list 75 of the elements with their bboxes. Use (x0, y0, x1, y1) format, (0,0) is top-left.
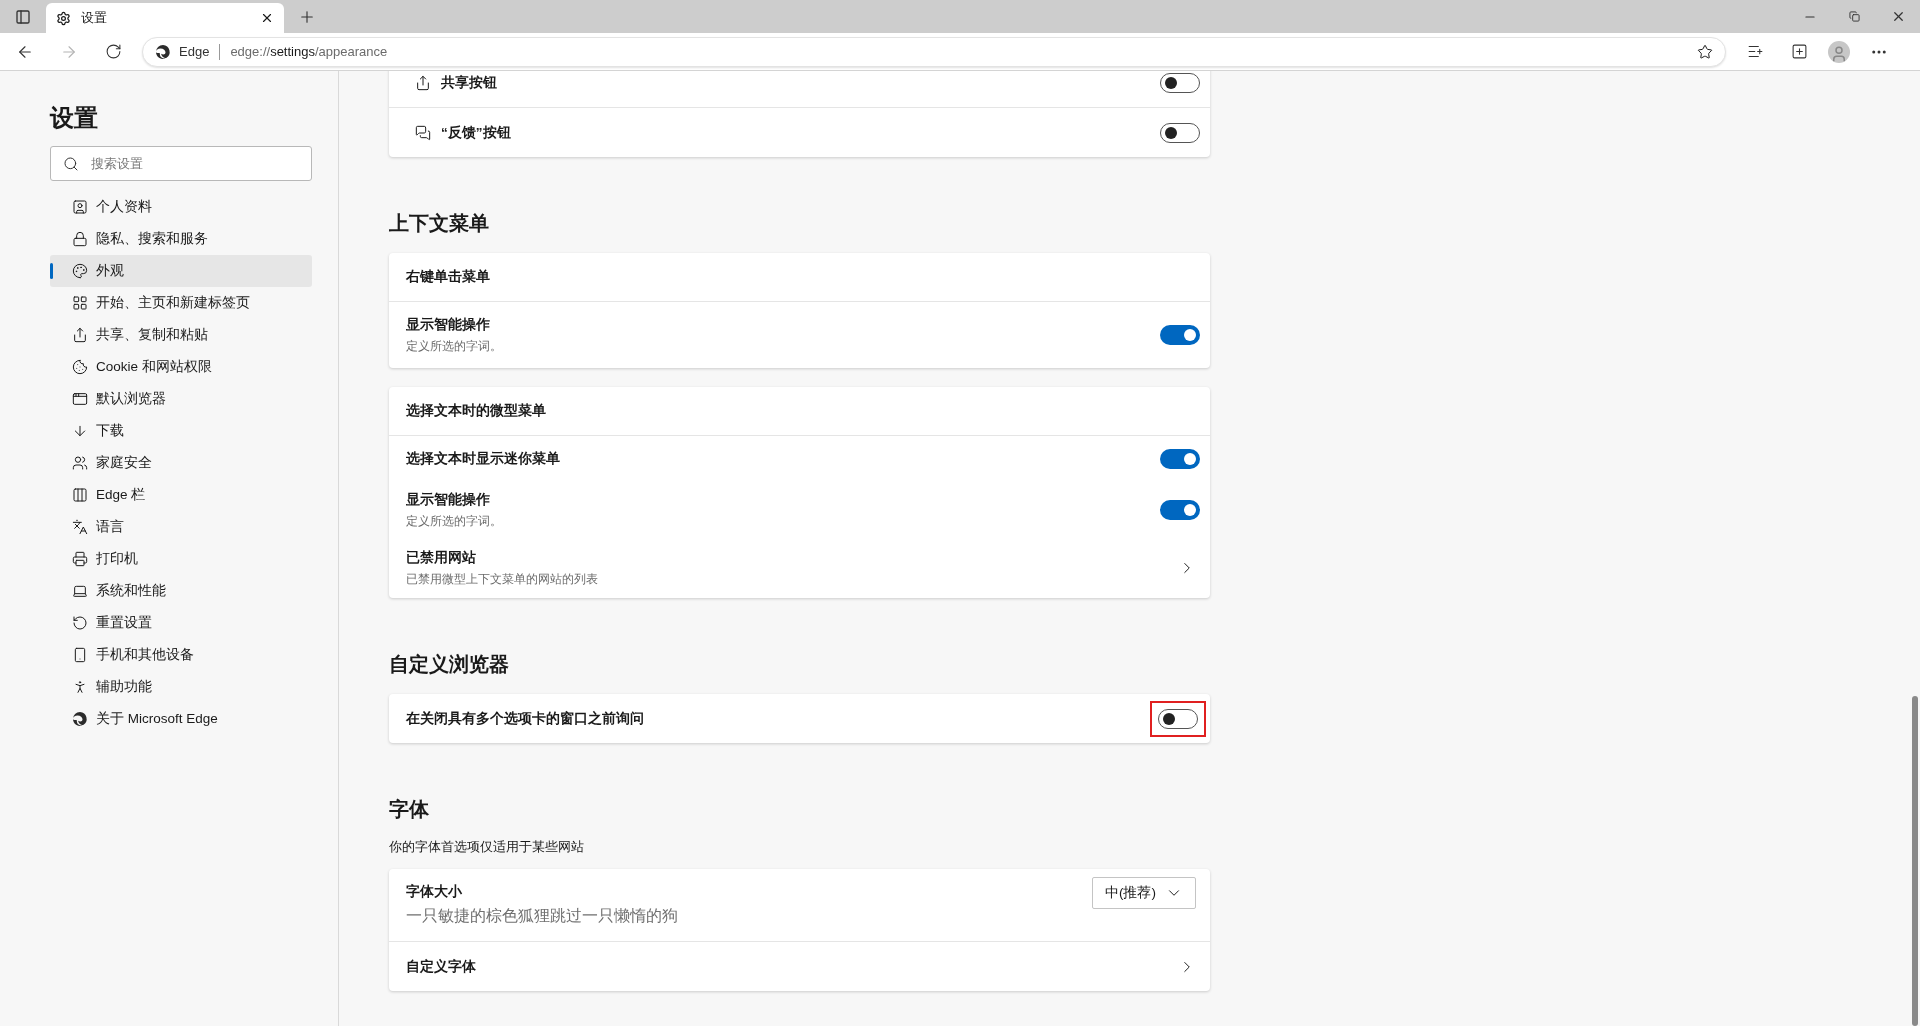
chat-bubbles-icon (415, 124, 431, 141)
setting-label: 显示智能操作 (406, 316, 491, 334)
sidebar-item[interactable]: 系统和性能 (50, 575, 312, 607)
favorite-star-icon[interactable] (1697, 43, 1713, 60)
group-title: 选择文本时的微型菜单 (406, 402, 546, 420)
sidebar-item[interactable]: 关于 Microsoft Edge (50, 703, 312, 735)
font-size-dropdown[interactable]: 中(推荐) (1092, 877, 1196, 909)
sidebar-item[interactable]: 开始、主页和新建标签页 (50, 287, 312, 319)
setting-description: 定义所选的字词。 (406, 339, 503, 354)
setting-label: 自定义字体 (406, 957, 477, 976)
setting-label: 字体大小 (406, 883, 463, 901)
sidebar-item[interactable]: 隐私、搜索和服务 (50, 223, 312, 255)
edge-logo-icon (155, 43, 171, 60)
setting-label: 选择文本时显示迷你菜单 (406, 450, 561, 468)
setting-description: 已禁用微型上下文菜单的网站的列表 (406, 572, 599, 587)
reset-icon (72, 615, 88, 631)
toggle-switch[interactable] (1160, 449, 1200, 469)
printer-icon (72, 551, 88, 567)
share-icon (415, 75, 431, 91)
sidebar-item[interactable]: 打印机 (50, 543, 312, 575)
setting-label: 已禁用网站 (406, 549, 477, 567)
url-text: edge://settings/appearance (230, 44, 389, 59)
toggle-switch[interactable] (1160, 500, 1200, 520)
laptop-icon (72, 583, 88, 599)
settings-icon (56, 10, 71, 26)
sidebar-item[interactable]: Edge 栏 (50, 479, 312, 511)
sidebar-item[interactable]: 辅助功能 (50, 671, 312, 703)
sidebar-item[interactable]: 下载 (50, 415, 312, 447)
people-icon (72, 455, 88, 471)
person-icon (72, 679, 88, 695)
site-label: Edge (179, 44, 210, 59)
group-title: 右键单击菜单 (406, 268, 490, 286)
grid-icon (72, 295, 88, 311)
address-bar[interactable]: Edge edge://settings/appearance (142, 36, 1726, 67)
sidebar-item[interactable]: 共享、复制和粘贴 (50, 319, 312, 351)
section-heading: 自定义浏览器 (389, 652, 510, 677)
setting-label: 共享按钮 (441, 74, 498, 92)
sidebar-item[interactable]: 默认浏览器 (50, 383, 312, 415)
setting-label: “反馈”按钮 (441, 123, 512, 142)
section-heading: 字体 (389, 797, 430, 822)
download-icon (72, 423, 88, 439)
search-icon (63, 155, 79, 172)
setting-label: 在关闭具有多个选项卡的窗口之前询问 (406, 709, 645, 728)
language-icon (72, 519, 88, 535)
columns-icon (72, 487, 88, 503)
sidebar-item[interactable]: Cookie 和网站权限 (50, 351, 312, 383)
sidebar-item[interactable]: 手机和其他设备 (50, 639, 312, 671)
sidebar-item[interactable]: 外观 (50, 255, 312, 287)
sidebar-item[interactable]: 语言 (50, 511, 312, 543)
close-icon[interactable] (260, 11, 274, 25)
cookie-icon (72, 359, 88, 375)
sidebar-item[interactable]: 个人资料 (50, 191, 312, 223)
lock-icon (72, 231, 88, 247)
setting-description: 定义所选的字词。 (406, 514, 503, 529)
scrollbar-thumb[interactable] (1912, 696, 1918, 1026)
toggle-switch[interactable] (1158, 708, 1198, 729)
sidebar-item[interactable]: 重置设置 (50, 607, 312, 639)
font-preview-text: 一只敏捷的棕色狐狸跳过一只懒惰的狗 (406, 906, 679, 926)
search-field[interactable]: 搜索设置 (50, 146, 312, 181)
palette-icon (72, 263, 88, 279)
sidebar-item[interactable]: 家庭安全 (50, 447, 312, 479)
share-icon (72, 327, 88, 343)
window-icon (72, 391, 88, 407)
sidebar-title: 设置 (50, 103, 99, 133)
section-description: 你的字体首选项仅适用于某些网站 (389, 838, 585, 856)
setting-label: 显示智能操作 (406, 491, 491, 509)
profile-avatar[interactable] (1828, 40, 1850, 63)
profile-icon (72, 199, 88, 215)
toggle-switch[interactable] (1160, 73, 1200, 93)
section-heading: 上下文菜单 (389, 211, 490, 236)
edge-logo-icon (72, 711, 88, 727)
toggle-switch[interactable] (1160, 122, 1200, 143)
phone-icon (72, 647, 88, 663)
toggle-switch[interactable] (1160, 325, 1200, 345)
browser-tab[interactable]: 设置 (46, 3, 284, 33)
